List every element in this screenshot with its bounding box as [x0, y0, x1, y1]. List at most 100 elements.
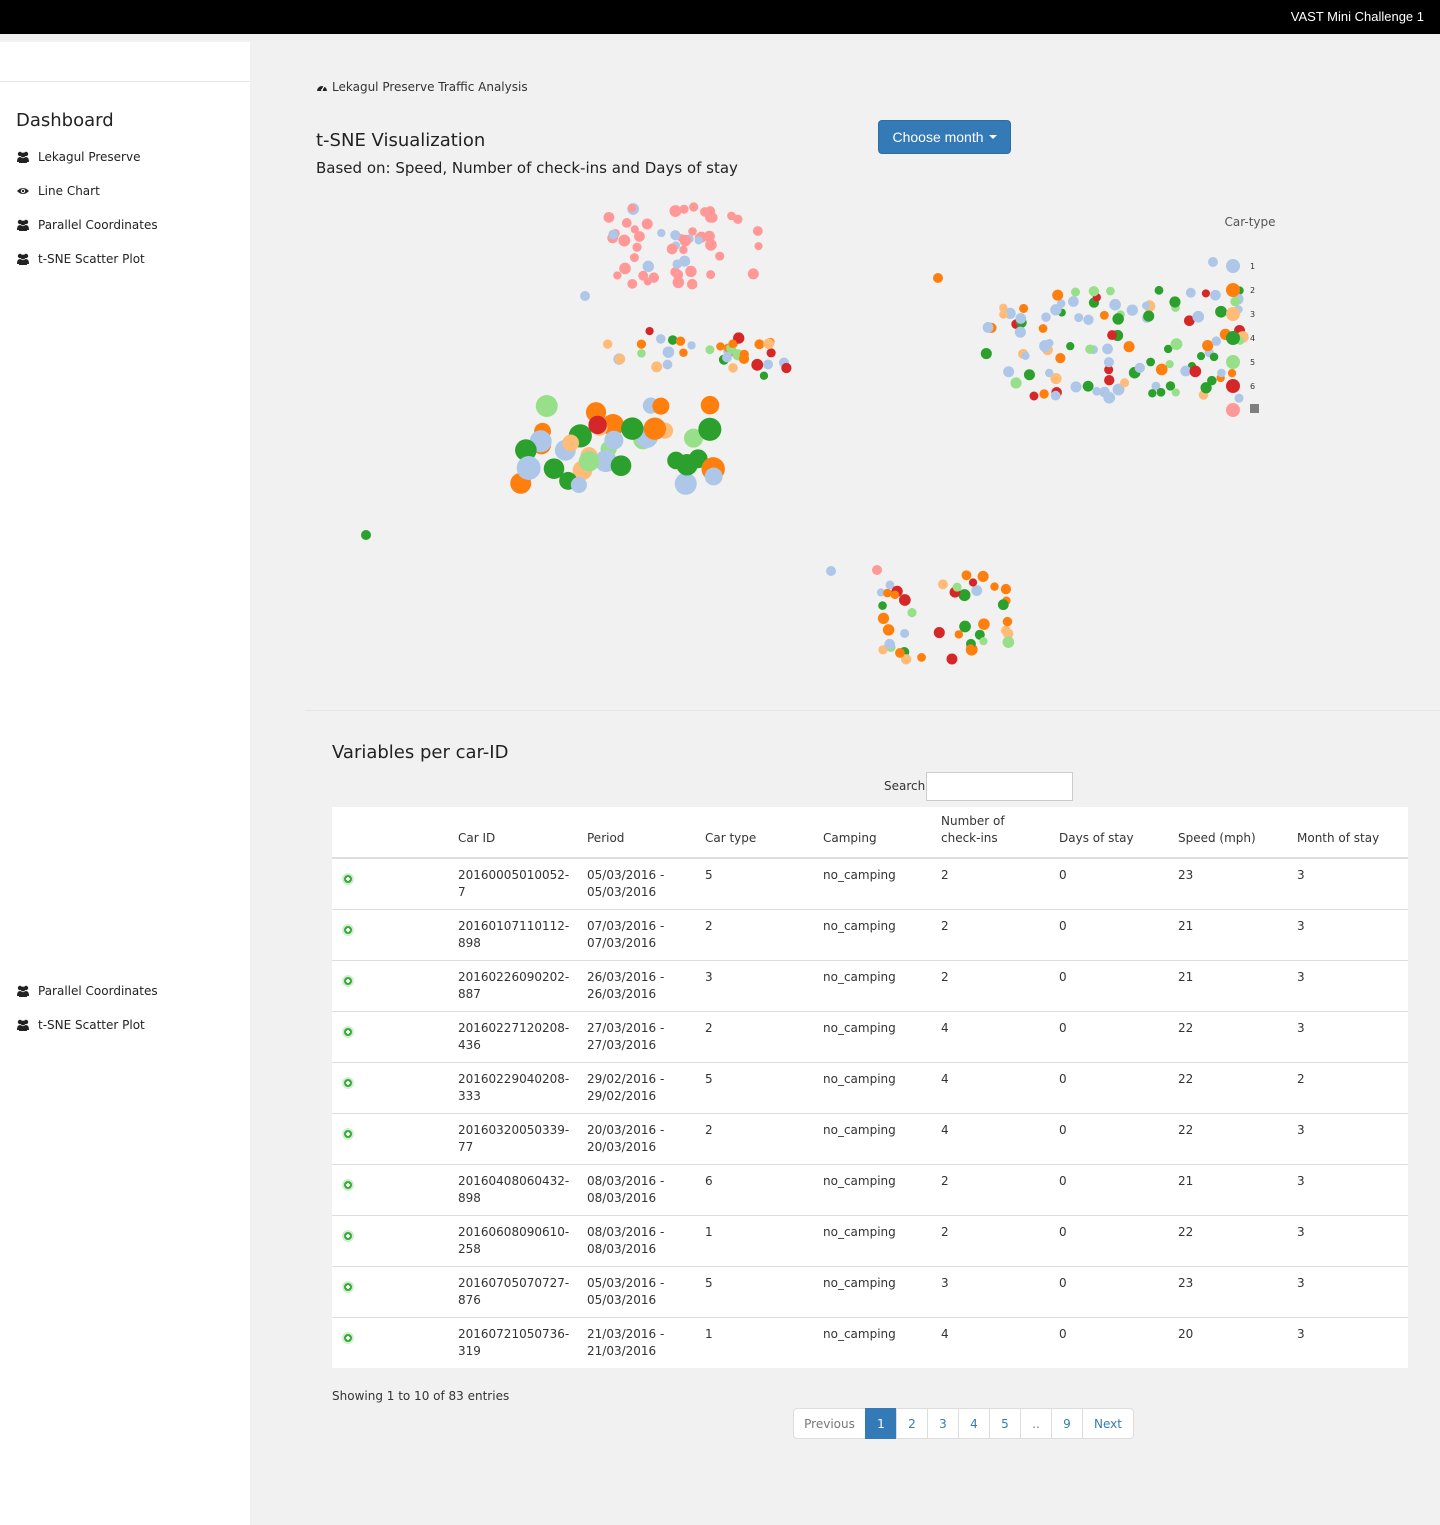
scatter-point[interactable]: [959, 620, 971, 633]
scatter-point[interactable]: [1134, 362, 1146, 374]
scatter-point[interactable]: [1088, 286, 1099, 297]
scatter-point[interactable]: [679, 245, 688, 255]
scatter-point[interactable]: [738, 353, 750, 365]
expand-row-icon[interactable]: [342, 1025, 354, 1038]
scatter-point[interactable]: [614, 353, 626, 365]
scatter-point[interactable]: [670, 230, 681, 241]
scatter-point[interactable]: [728, 363, 738, 373]
scatter-point[interactable]: [1156, 387, 1166, 397]
expand-row-icon[interactable]: [342, 1229, 354, 1242]
column-header[interactable]: Camping: [815, 807, 933, 859]
search-input[interactable]: [926, 772, 1073, 801]
scatter-point[interactable]: [641, 218, 653, 230]
scatter-point[interactable]: [1107, 330, 1118, 341]
scatter-point[interactable]: [621, 218, 632, 228]
scatter-point[interactable]: [1099, 310, 1109, 320]
pagination-page-1[interactable]: 1: [865, 1408, 897, 1439]
scatter-point[interactable]: [979, 637, 988, 646]
expand-row-icon[interactable]: [342, 923, 354, 936]
scatter-point[interactable]: [1041, 312, 1051, 322]
scatter-point[interactable]: [877, 612, 890, 625]
scatter-point[interactable]: [629, 253, 639, 263]
scatter-point[interactable]: [1123, 341, 1135, 353]
scatter-point[interactable]: [672, 276, 685, 289]
scatter-point[interactable]: [679, 255, 691, 267]
scatter-point[interactable]: [952, 582, 962, 592]
choose-month-button[interactable]: Choose month: [878, 120, 1011, 154]
scatter-point[interactable]: [1082, 380, 1094, 392]
scatter-point[interactable]: [878, 601, 887, 610]
scatter-point[interactable]: [688, 227, 697, 236]
column-header[interactable]: Number of check-ins: [933, 807, 1051, 859]
scatter-point[interactable]: [704, 467, 723, 486]
scatter-point[interactable]: [968, 578, 978, 587]
scatter-point[interactable]: [361, 530, 371, 540]
pagination-page-4[interactable]: 4: [958, 1408, 990, 1439]
scatter-point[interactable]: [1050, 372, 1062, 385]
scatter-point[interactable]: [613, 271, 622, 280]
sidebar-item-tsne-scatter-plot[interactable]: t-SNE Scatter Plot: [16, 252, 145, 266]
scatter-point[interactable]: [752, 226, 763, 236]
scatter-point[interactable]: [627, 203, 637, 213]
scatter-point[interactable]: [602, 339, 613, 349]
scatter-point[interactable]: [747, 268, 759, 280]
scatter-point[interactable]: [676, 454, 698, 476]
scatter-point[interactable]: [686, 278, 698, 290]
scatter-point[interactable]: [1015, 313, 1027, 324]
pagination-previous[interactable]: Previous: [793, 1408, 866, 1439]
brand-title[interactable]: VAST Mini Challenge 1: [1291, 9, 1424, 24]
scatter-point[interactable]: [882, 624, 895, 636]
column-header[interactable]: Period: [579, 807, 697, 859]
scatter-point[interactable]: [751, 358, 764, 371]
scatter-point[interactable]: [621, 417, 644, 440]
scatter-point[interactable]: [1112, 313, 1124, 325]
scatter-point[interactable]: [1180, 365, 1192, 377]
scatter-point[interactable]: [1146, 357, 1155, 367]
scatter-point[interactable]: [763, 338, 775, 350]
scatter-point[interactable]: [933, 627, 945, 639]
scatter-point[interactable]: [627, 278, 638, 289]
scatter-point[interactable]: [1211, 336, 1222, 346]
scatter-point[interactable]: [1099, 386, 1110, 398]
scatter-point[interactable]: [728, 339, 738, 349]
scatter-point[interactable]: [1003, 366, 1015, 378]
scatter-point[interactable]: [648, 272, 660, 283]
scatter-point[interactable]: [754, 339, 765, 350]
scatter-point[interactable]: [933, 273, 943, 283]
scatter-point[interactable]: [971, 585, 983, 596]
scatter-point[interactable]: [1104, 375, 1115, 386]
scatter-point[interactable]: [580, 291, 590, 301]
scatter-point[interactable]: [1189, 365, 1202, 378]
scatter-point[interactable]: [1234, 393, 1244, 403]
scatter-point[interactable]: [1171, 388, 1180, 397]
scatter-point[interactable]: [826, 566, 836, 576]
scatter-point[interactable]: [1227, 368, 1237, 378]
scatter-point[interactable]: [1103, 357, 1114, 368]
scatter-point[interactable]: [1109, 298, 1121, 311]
scatter-point[interactable]: [1154, 285, 1164, 295]
scatter-point[interactable]: [1052, 289, 1064, 301]
scatter-point[interactable]: [1217, 368, 1226, 378]
scatter-point[interactable]: [705, 211, 716, 223]
scatter-point[interactable]: [990, 582, 999, 591]
scatter-point[interactable]: [706, 270, 716, 280]
column-header[interactable]: Speed (mph): [1170, 807, 1289, 859]
scatter-point[interactable]: [675, 336, 686, 346]
scatter-point[interactable]: [1000, 583, 1012, 595]
scatter-point[interactable]: [715, 251, 725, 261]
scatter-point[interactable]: [1019, 303, 1029, 313]
scatter-point[interactable]: [1068, 296, 1079, 307]
scatter-point[interactable]: [1023, 369, 1035, 381]
scatter-point[interactable]: [1010, 377, 1022, 389]
scatter-point[interactable]: [516, 456, 541, 480]
scatter-point[interactable]: [759, 371, 769, 380]
scatter-point[interactable]: [890, 590, 900, 600]
scatter-point[interactable]: [917, 653, 926, 662]
scatter-point[interactable]: [669, 205, 682, 217]
scatter-point[interactable]: [1102, 343, 1113, 355]
scatter-point[interactable]: [1210, 289, 1221, 301]
scatter-point[interactable]: [1126, 304, 1138, 316]
scatter-point[interactable]: [883, 588, 892, 598]
scatter-point[interactable]: [1169, 296, 1181, 308]
scatter-point[interactable]: [1196, 352, 1206, 361]
